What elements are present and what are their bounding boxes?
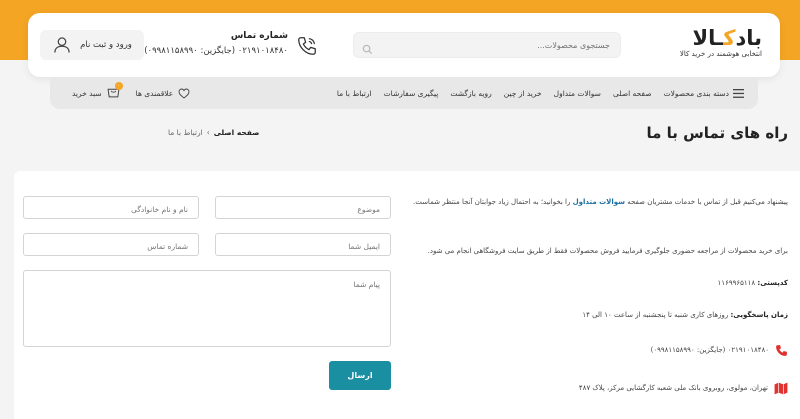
logo-wordmark: بادکـالا: [692, 26, 763, 50]
contact-phone-value[interactable]: ۰۲۱۹۱۰۱۸۴۸۰ (جایگزین: ۰۹۹۸۱۱۵۸۹۹۰): [651, 343, 769, 357]
breadcrumb-home[interactable]: صفحه اصلی: [214, 128, 260, 137]
cart-link[interactable]: ۰ سبد خرید: [72, 82, 123, 100]
contact-phone: شماره تماس ۰۲۱۹۱۰۱۸۴۸۰ (جایگزین: ۰۹۹۸۱۱۵…: [144, 31, 318, 61]
breadcrumb-current: ارتباط با ما: [168, 128, 203, 137]
subject-input[interactable]: [216, 199, 390, 220]
contact-content: ارسال پیشنهاد می‌کنیم قبل از تماس با خدم…: [14, 171, 800, 419]
site-logo[interactable]: بادکـالا انتخابی هوشمند در خرید کالا: [676, 26, 763, 63]
nav-return-policy[interactable]: رویه بازگشت: [450, 89, 491, 98]
header: بادکـالا انتخابی هوشمند در خرید کالا شما…: [28, 13, 780, 77]
postal-code: کدپستی: ۱۱۶۹۹۶۵۱۱۸: [717, 279, 788, 287]
nav-buy-from-china[interactable]: خرید از چین: [504, 89, 542, 98]
name-input[interactable]: [24, 199, 198, 220]
breadcrumb: صفحه اصلی › ارتباط با ما: [168, 128, 259, 137]
logo-tagline: انتخابی هوشمند در خرید کالا: [679, 50, 762, 58]
faq-suggestion: پیشنهاد می‌کنیم قبل از تماس با خدمات مشت…: [412, 198, 788, 206]
search-icon[interactable]: [362, 40, 373, 59]
phone-number[interactable]: ۰۲۱۹۱۰۱۸۴۸۰ (جایگزین: ۰۹۹۸۱۱۵۸۹۹۰): [144, 46, 288, 56]
purchase-note: برای خرید محصولات از مراجعه حضوری جلوگیر…: [427, 247, 788, 255]
subject-field: [215, 196, 391, 220]
login-register-button[interactable]: ورود و ثبت نام: [40, 30, 144, 60]
contact-phone-row: ۰۲۱۹۱۰۱۸۴۸۰ (جایگزین: ۰۹۹۸۱۱۵۸۹۹۰): [651, 343, 788, 357]
phone-icon: [296, 35, 318, 61]
name-field: [23, 196, 199, 220]
nav-categories[interactable]: دسته بندی محصولات: [664, 88, 744, 98]
message-field: [23, 270, 391, 347]
nav-faq[interactable]: سوالات متداول: [554, 89, 601, 98]
map-icon: [774, 382, 788, 394]
page-title: راه های تماس با ما: [646, 124, 788, 142]
email-input[interactable]: [216, 236, 390, 257]
phone-input[interactable]: [24, 236, 198, 257]
submit-button[interactable]: ارسال: [329, 361, 391, 390]
phone-title: شماره تماس: [230, 31, 288, 41]
nav-order-tracking[interactable]: پیگیری سفارشات: [384, 89, 439, 98]
login-label: ورود و ثبت نام: [80, 40, 132, 50]
cart-count-badge: ۰: [114, 82, 123, 90]
search-input[interactable]: [354, 33, 620, 58]
email-field: [215, 233, 391, 257]
nav-home[interactable]: صفحه اصلی: [613, 89, 652, 98]
address-value: تهران، مولوی، روبروی بانک ملی شعبه کارگش…: [578, 384, 768, 392]
phone-icon: [776, 344, 787, 356]
page-header: راه های تماس با ما صفحه اصلی › ارتباط با…: [0, 112, 800, 158]
response-hours: زمان پاسخگویی: روزهای کاری شنبه تا پنجشن…: [582, 311, 788, 319]
breadcrumb-separator: ›: [206, 128, 210, 137]
faq-link[interactable]: سوالات متداول: [573, 198, 625, 206]
search-box: [353, 32, 621, 58]
message-textarea[interactable]: [24, 271, 390, 346]
phone-field: [23, 233, 199, 257]
wishlist-link[interactable]: علاقمندی ها: [136, 88, 191, 99]
nav-contact-us[interactable]: ارتباط با ما: [337, 89, 372, 98]
cart-icon-wrap: ۰: [107, 82, 123, 100]
main-navigation: دسته بندی محصولات صفحه اصلی سوالات متداو…: [50, 77, 758, 109]
address-row: تهران، مولوی، روبروی بانک ملی شعبه کارگش…: [579, 381, 788, 395]
user-icon: [54, 37, 70, 53]
heart-icon: [178, 88, 190, 99]
menu-icon: [733, 88, 744, 98]
